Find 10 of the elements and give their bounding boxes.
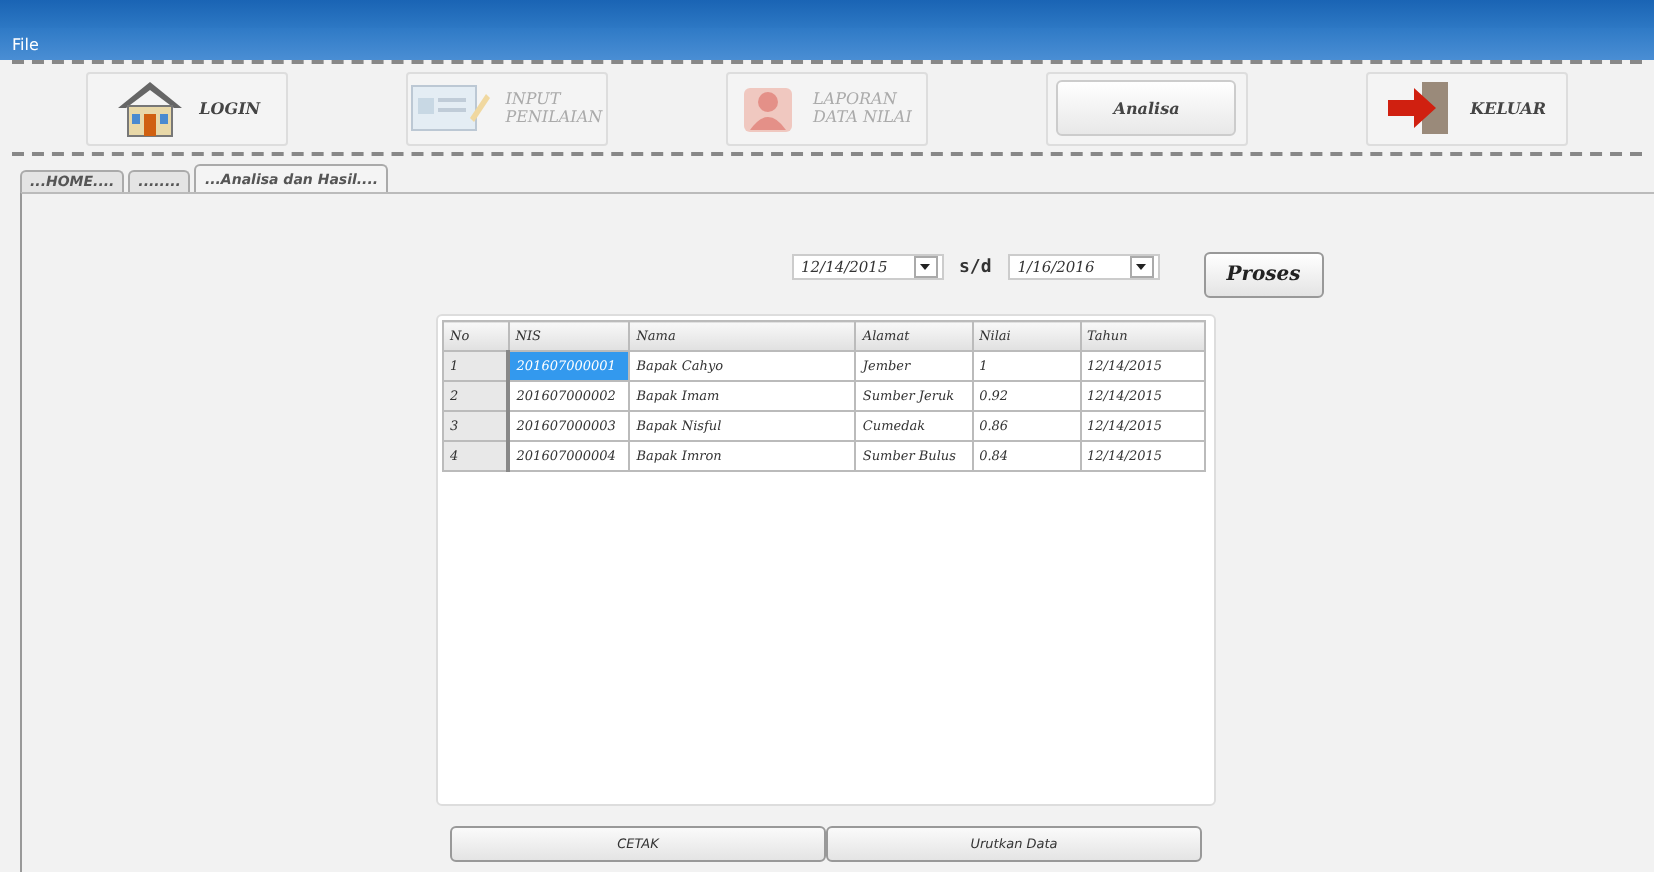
toolbar-button[interactable]: Analisa bbox=[1045, 71, 1248, 145]
form-icon bbox=[409, 82, 490, 134]
dropdown-icon[interactable] bbox=[913, 256, 937, 278]
process-button[interactable]: Proses bbox=[1203, 252, 1324, 298]
separator-label: s/d bbox=[959, 257, 992, 277]
menu-item[interactable]: File bbox=[12, 35, 39, 53]
toolbar-button[interactable]: KELUAR bbox=[1365, 71, 1568, 145]
toolbar-button[interactable]: LOGIN bbox=[86, 71, 289, 145]
house-icon bbox=[115, 78, 184, 138]
dropdown-icon[interactable] bbox=[1129, 256, 1154, 278]
